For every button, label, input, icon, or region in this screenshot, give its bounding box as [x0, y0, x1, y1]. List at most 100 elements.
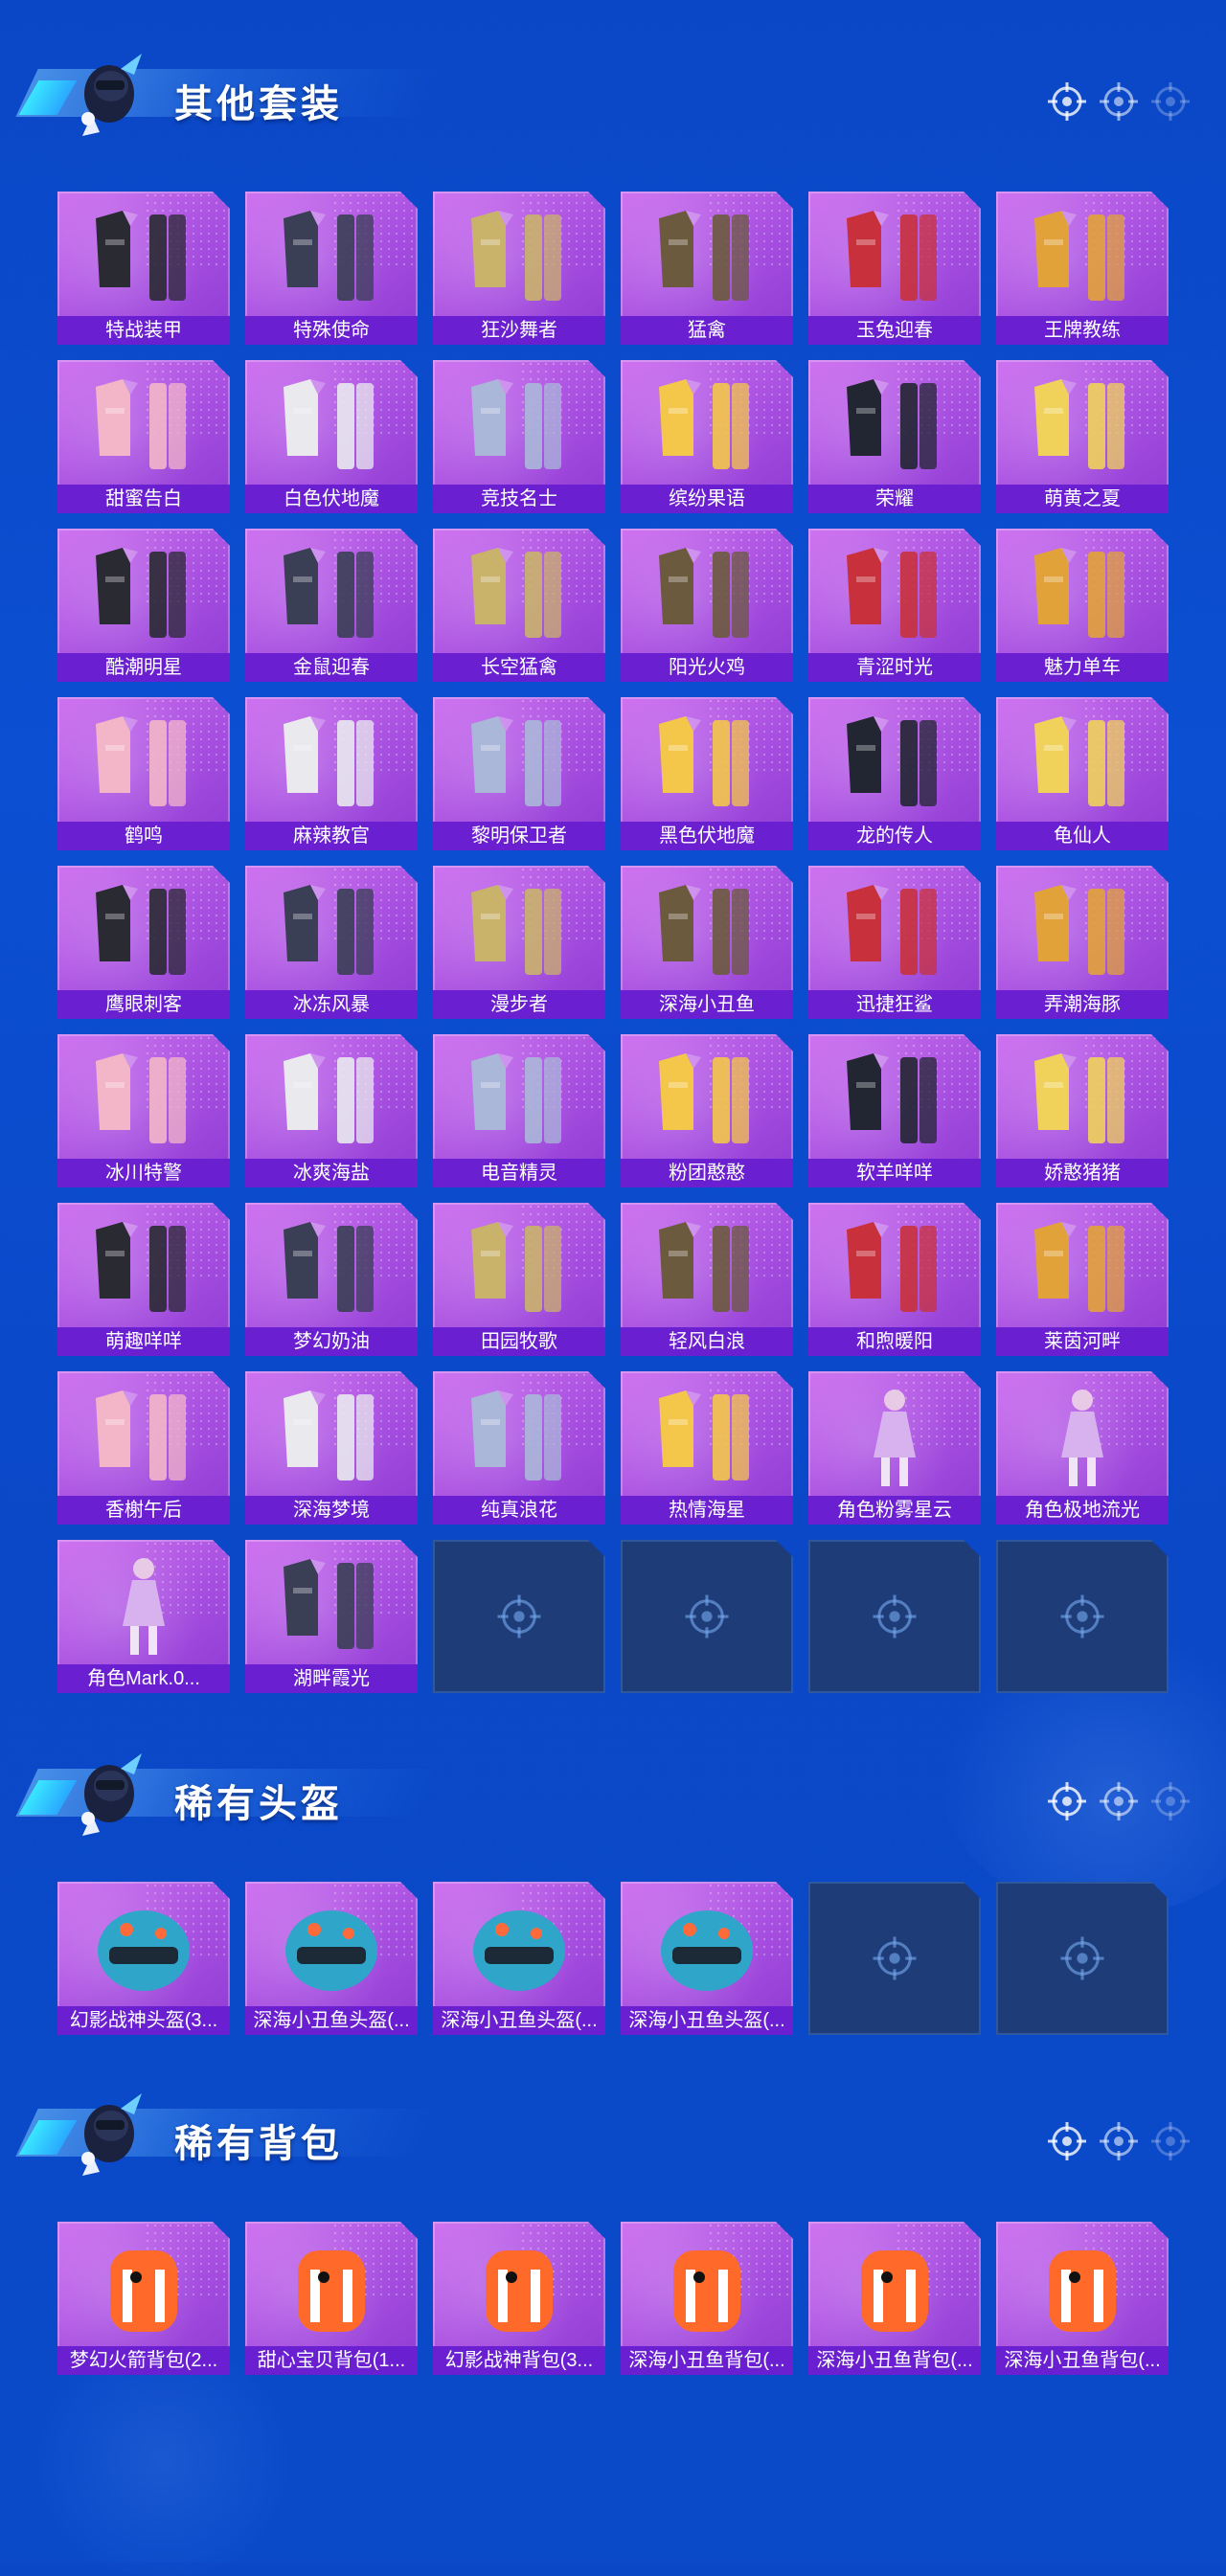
outfit-icon: [471, 1053, 561, 1143]
header-crosshair-icons: [1048, 2122, 1190, 2160]
item-card[interactable]: 阳光火鸡: [621, 529, 793, 682]
item-card[interactable]: 热情海星: [621, 1371, 793, 1525]
outfit-icon: [96, 379, 186, 469]
item-card[interactable]: 荣耀: [808, 360, 981, 513]
item-card[interactable]: 幻影战神头盔(3...: [57, 1882, 230, 2035]
outfit-icon: [1034, 211, 1124, 301]
item-card[interactable]: 酷潮明星: [57, 529, 230, 682]
item-card[interactable]: 湖畔霞光: [245, 1540, 418, 1693]
item-card[interactable]: 深海小丑鱼头盔(...: [621, 1882, 793, 2035]
crosshair-icon: [1151, 2122, 1190, 2160]
backpack-icon: [110, 2250, 177, 2332]
outfit-icon: [96, 716, 186, 806]
item-label: 电音精灵: [433, 1159, 605, 1187]
item-card[interactable]: 鹰眼刺客: [57, 866, 230, 1019]
outfit-icon: [1034, 885, 1124, 975]
item-card[interactable]: 梦幻火箭背包(2...: [57, 2222, 230, 2375]
item-card[interactable]: 缤纷果语: [621, 360, 793, 513]
crosshair-icon: [685, 1594, 729, 1638]
item-card[interactable]: 青涩时光: [808, 529, 981, 682]
item-card[interactable]: 玉兔迎春: [808, 192, 981, 345]
item-card[interactable]: 麻辣教官: [245, 697, 418, 850]
outfit-icon: [471, 716, 561, 806]
item-card[interactable]: 萌黄之夏: [996, 360, 1169, 513]
outfit-icon: [1034, 379, 1124, 469]
item-card[interactable]: 角色粉雾星云: [808, 1371, 981, 1525]
item-label: 角色Mark.0...: [57, 1664, 230, 1693]
item-card[interactable]: 和煦暖阳: [808, 1203, 981, 1356]
item-card[interactable]: 弄潮海豚: [996, 866, 1169, 1019]
item-card[interactable]: 猛禽: [621, 192, 793, 345]
item-card[interactable]: 田园牧歌: [433, 1203, 605, 1356]
item-card[interactable]: 软羊咩咩: [808, 1034, 981, 1187]
item-card[interactable]: 萌趣咩咩: [57, 1203, 230, 1356]
item-card[interactable]: 白色伏地魔: [245, 360, 418, 513]
item-card[interactable]: 甜心宝贝背包(1...: [245, 2222, 418, 2375]
item-card[interactable]: 角色极地流光: [996, 1371, 1169, 1525]
item-card[interactable]: 冰冻风暴: [245, 866, 418, 1019]
item-label: 深海小丑鱼背包(...: [808, 2346, 981, 2375]
item-card[interactable]: 幻影战神背包(3...: [433, 2222, 605, 2375]
item-card[interactable]: 粉团憨憨: [621, 1034, 793, 1187]
section-title: 稀有头盔: [174, 1783, 343, 1825]
item-label: 冰爽海盐: [245, 1159, 418, 1187]
item-label: 阳光火鸡: [621, 653, 793, 682]
item-card[interactable]: 龟仙人: [996, 697, 1169, 850]
item-label: 荣耀: [808, 485, 981, 513]
item-card[interactable]: 深海小丑鱼头盔(...: [433, 1882, 605, 2035]
backpack-icon: [673, 2250, 740, 2332]
item-card[interactable]: 深海小丑鱼: [621, 866, 793, 1019]
item-card[interactable]: 深海小丑鱼背包(...: [621, 2222, 793, 2375]
item-label: 湖畔霞光: [245, 1664, 418, 1693]
item-card[interactable]: 竞技名士: [433, 360, 605, 513]
item-card[interactable]: 迅捷狂鲨: [808, 866, 981, 1019]
outfit-icon: [284, 548, 374, 638]
item-card[interactable]: 香榭午后: [57, 1371, 230, 1525]
outfit-icon: [284, 716, 374, 806]
item-label: 深海小丑鱼头盔(...: [245, 2006, 418, 2035]
item-card[interactable]: 深海小丑鱼背包(...: [996, 2222, 1169, 2375]
outfit-icon: [96, 211, 186, 301]
item-card[interactable]: 深海小丑鱼背包(...: [808, 2222, 981, 2375]
item-card[interactable]: 纯真浪花: [433, 1371, 605, 1525]
outfit-icon: [471, 548, 561, 638]
item-card[interactable]: 莱茵河畔: [996, 1203, 1169, 1356]
section-rare-helmets: 稀有头盔 幻影战神头盔(3... 深海小丑鱼头盔(... 深海小丑鱼头盔(... 深海…: [0, 1748, 1226, 2035]
crosshair-icon: [1048, 82, 1086, 121]
item-card[interactable]: 角色Mark.0...: [57, 1540, 230, 1693]
item-label: 黎明保卫者: [433, 822, 605, 850]
item-card[interactable]: 魅力单车: [996, 529, 1169, 682]
item-card[interactable]: 鹤鸣: [57, 697, 230, 850]
character-icon: [123, 1558, 165, 1655]
item-card[interactable]: 轻风白浪: [621, 1203, 793, 1356]
item-card[interactable]: 深海梦境: [245, 1371, 418, 1525]
item-card[interactable]: 狂沙舞者: [433, 192, 605, 345]
item-card[interactable]: 黎明保卫者: [433, 697, 605, 850]
item-card[interactable]: 王牌教练: [996, 192, 1169, 345]
item-card[interactable]: 深海小丑鱼头盔(...: [245, 1882, 418, 2035]
item-card[interactable]: 冰爽海盐: [245, 1034, 418, 1187]
item-label: 黑色伏地魔: [621, 822, 793, 850]
outfit-icon: [1034, 716, 1124, 806]
outfit-icon: [96, 885, 186, 975]
section-other-outfits: 其他套装 特战装甲 特殊使命 狂沙舞者 猛禽 玉兔迎春 王牌教练 甜蜜告白 白色伏地魔 竞技名士…: [0, 48, 1226, 1693]
item-card[interactable]: 长空猛禽: [433, 529, 605, 682]
item-card[interactable]: 甜蜜告白: [57, 360, 230, 513]
item-card[interactable]: 特战装甲: [57, 192, 230, 345]
item-label: 深海小丑鱼背包(...: [996, 2346, 1169, 2375]
item-card[interactable]: 黑色伏地魔: [621, 697, 793, 850]
crosshair-icon: [873, 1594, 917, 1638]
item-card[interactable]: 电音精灵: [433, 1034, 605, 1187]
item-card[interactable]: 娇憨猪猪: [996, 1034, 1169, 1187]
item-card[interactable]: 冰川特警: [57, 1034, 230, 1187]
outfit-icon: [96, 1222, 186, 1312]
crosshair-icon: [1151, 82, 1190, 121]
item-label: 甜心宝贝背包(1...: [245, 2346, 418, 2375]
item-label: 和煦暖阳: [808, 1327, 981, 1356]
item-card[interactable]: 金鼠迎春: [245, 529, 418, 682]
item-card[interactable]: 梦幻奶油: [245, 1203, 418, 1356]
item-card[interactable]: 漫步者: [433, 866, 605, 1019]
character-icon: [874, 1390, 916, 1486]
item-card[interactable]: 特殊使命: [245, 192, 418, 345]
item-card[interactable]: 龙的传人: [808, 697, 981, 850]
